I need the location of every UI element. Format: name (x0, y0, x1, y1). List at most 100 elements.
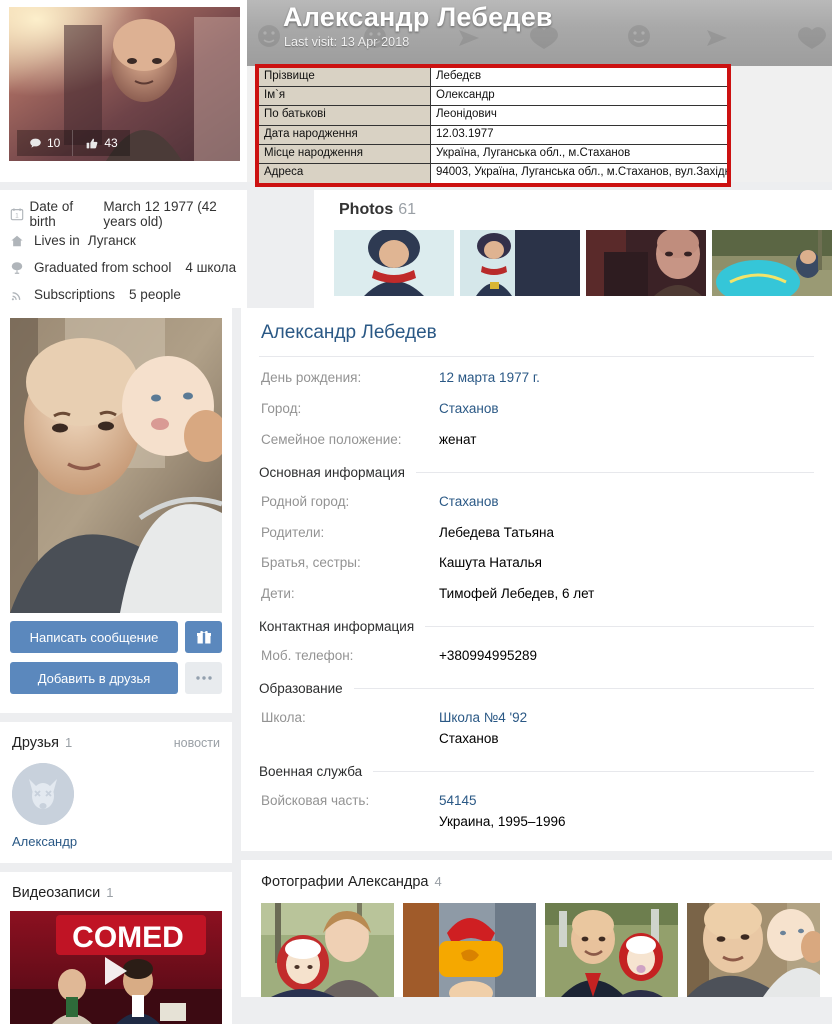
vk-left-column: Написать сообщение Добавить в друзья Дру… (0, 308, 232, 1024)
info-value: March 12 1977 (42 years old) (103, 198, 217, 229)
card-gap (0, 713, 232, 722)
vk-photo-gallery-card: Фотографии Александра 4 (241, 859, 832, 997)
quick-info-rows: День рождения: 12 марта 1977 г. Город: С… (241, 357, 832, 449)
info-label: Graduated from school (34, 260, 172, 275)
group-header-military: Военная служба (241, 762, 832, 779)
contact-info-rows: Моб. телефон: +380994995289 (241, 648, 832, 665)
profile-name-header: Александр Лебедев (283, 2, 553, 32)
detail-row: Родители: Лебедева Татьяна (261, 525, 832, 542)
vk-right-column: Александр Лебедев День рождения: 12 март… (241, 308, 832, 997)
table-row: Ім`я Олександр (259, 87, 727, 107)
info-value: 5 people (129, 287, 181, 302)
photo-thumbnail[interactable] (712, 230, 832, 296)
deactivated-dog-avatar-icon (12, 763, 74, 825)
detail-row: День рождения: 12 марта 1977 г. (261, 370, 832, 387)
add-friend-button[interactable]: Добавить в друзья (10, 662, 178, 694)
detail-value[interactable]: Стаханов (439, 401, 499, 418)
row-value: Україна, Луганська обл., м.Стаханов (431, 144, 727, 163)
group-header-education: Образование (241, 679, 832, 696)
send-gift-button[interactable] (185, 621, 222, 653)
gallery-thumbnails (261, 902, 832, 997)
military-unit[interactable]: 54145 (439, 793, 477, 808)
row-value: 12.03.1977 (431, 125, 727, 144)
photo-thumbnail[interactable] (334, 230, 454, 296)
group-title: Основная информация (259, 464, 405, 480)
table-row: Прізвище Лебедєв (259, 68, 727, 88)
photo-thumbnail-image (586, 230, 706, 296)
info-row-lives-in: Lives in Луганск (10, 227, 247, 254)
ok-info-list: 1 Date of birth March 12 1977 (42 years … (0, 190, 247, 308)
vk-profile-details-card: Александр Лебедев День рождения: 12 март… (241, 308, 832, 851)
group-rule (425, 626, 814, 628)
info-row-subscriptions: Subscriptions 5 people (10, 281, 247, 308)
play-icon[interactable] (105, 957, 127, 985)
detail-key: Моб. телефон: (261, 648, 354, 664)
gallery-thumbnail[interactable] (261, 902, 394, 997)
detail-row: Дети: Тимофей Лебедев, 6 лет (261, 586, 832, 603)
gallery-title[interactable]: Фотографии Александра (261, 874, 429, 890)
videos-title[interactable]: Видеозаписи (12, 885, 100, 901)
video-list: COMED (0, 901, 232, 1024)
gallery-thumbnail[interactable] (403, 902, 536, 997)
detail-row: Семейное положение: женат (261, 432, 832, 449)
info-label: Lives in (34, 233, 80, 248)
detail-key: Дети: (261, 586, 295, 602)
friends-section-header: Друзья 1 новости (0, 722, 232, 751)
detail-value: Тимофей Лебедев, 6 лет (439, 586, 595, 602)
gift-icon (196, 630, 211, 644)
rss-icon (10, 288, 34, 302)
detail-row: Школа: Школа №4 '92 Стаханов (261, 710, 832, 748)
comment-icon (30, 138, 41, 148)
top-screenshot-ok-profile: Александр Лебедев Last visit: 13 Apr 201… (0, 0, 832, 308)
detail-value-wrapper: 54145 Украина, 1995–1996 (439, 793, 565, 831)
like-count: 43 (104, 136, 118, 150)
svg-text:COMED: COMED (72, 921, 184, 954)
detail-value[interactable]: 12 марта 1977 г. (439, 370, 540, 387)
gallery-thumbnail[interactable] (545, 902, 678, 997)
table-row: Місце народження Україна, Луганська обл.… (259, 144, 727, 164)
main-info-rows: Родной город: Стаханов Родители: Лебедев… (241, 494, 832, 604)
row-label: Адреса (259, 163, 431, 184)
photo-thumbnail-image (334, 230, 454, 296)
detail-row: Братья, сестры: Кашута Наталья (261, 555, 832, 572)
send-message-button[interactable]: Написать сообщение (10, 621, 178, 653)
card-gap (0, 863, 232, 872)
avatar[interactable] (10, 318, 222, 613)
detail-value: женат (439, 431, 477, 447)
bottom-screenshot-vk-profile: Написать сообщение Добавить в друзья Дру… (0, 308, 832, 1024)
video-thumbnail[interactable]: COMED (10, 911, 222, 1024)
friend-name[interactable]: Александр (12, 834, 220, 849)
detail-value[interactable]: Стаханов (439, 494, 499, 511)
info-value: 4 школа (185, 260, 237, 275)
message-button-row: Написать сообщение (10, 621, 222, 653)
comment-count-badge[interactable]: 10 (17, 130, 72, 156)
friends-news-link[interactable]: новости (174, 736, 220, 750)
avatar-image (10, 318, 222, 613)
detail-value: +380994995289 (439, 648, 537, 664)
group-rule (373, 770, 814, 772)
gallery-thumbnail-image (403, 902, 536, 997)
detail-value: Лебедева Татьяна (439, 524, 555, 540)
photo-thumbnail[interactable] (460, 230, 580, 296)
more-actions-button[interactable] (185, 662, 222, 694)
ok-profile-header: Александр Лебедев Last visit: 13 Apr 201… (247, 0, 832, 66)
profile-name[interactable]: Александр Лебедев (241, 317, 832, 356)
graduation-icon (10, 261, 34, 275)
education-rows: Школа: Школа №4 '92 Стаханов (241, 710, 832, 748)
detail-key: Школа: (261, 710, 306, 725)
friend-avatar[interactable] (12, 763, 74, 825)
school-name[interactable]: Школа №4 '92 (439, 710, 527, 725)
detail-key: Родной город: (261, 493, 350, 509)
photos-section-header: Photos 61 (334, 199, 832, 219)
info-value: Луганск (87, 233, 136, 248)
photo-thumbnail[interactable] (586, 230, 706, 296)
group-title: Контактная информация (259, 619, 415, 635)
friends-title[interactable]: Друзья (12, 735, 59, 751)
like-count-badge[interactable]: 43 (72, 130, 129, 156)
vk-action-buttons: Написать сообщение Добавить в друзья (0, 621, 232, 694)
cover-photo[interactable]: 10 43 (9, 7, 240, 161)
gallery-section-header: Фотографии Александра 4 (261, 874, 832, 890)
school-city: Стаханов (439, 730, 499, 746)
gallery-thumbnail[interactable] (687, 902, 820, 997)
photos-title: Photos (339, 201, 394, 218)
